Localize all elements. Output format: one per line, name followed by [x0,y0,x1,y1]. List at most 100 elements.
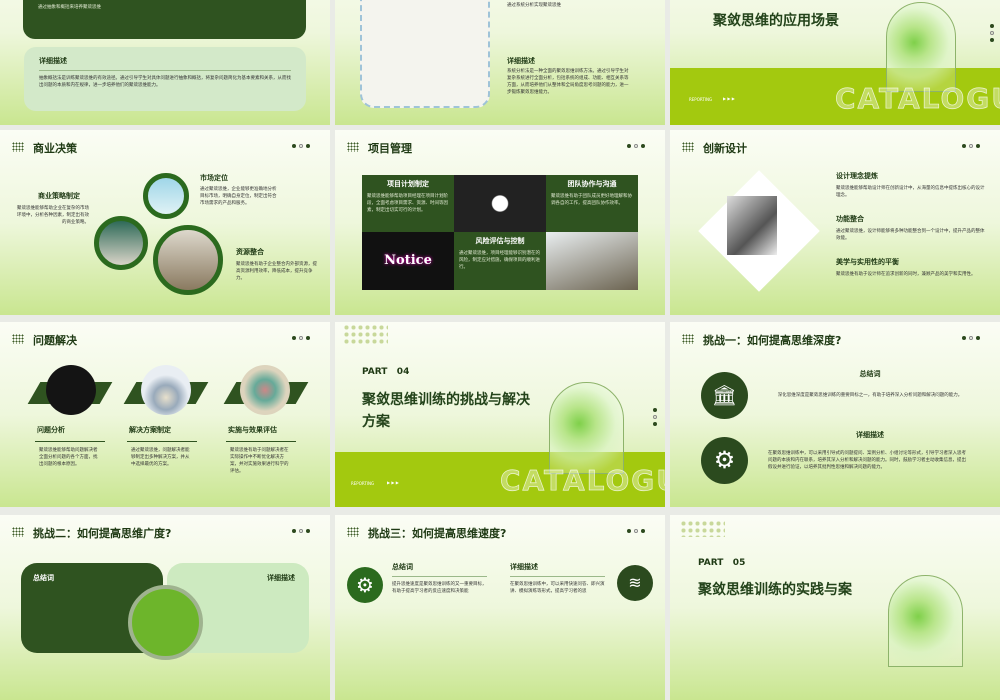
part-number: PART 04 [362,367,410,377]
item-title: 美学与实用性的平衡 [836,258,899,266]
slide-system-analysis[interactable]: 通过系统分析实现聚敛思维 详细描述 系统分析法是一种全面的聚敛思维训练方法。通过… [335,0,665,125]
banner-box: 通过抽象和概括来培养聚敛思维 [23,0,306,39]
slide-title: 挑战二：如何提高思维广度? [33,527,172,540]
classroom-image [153,225,223,295]
gear-icon: ⚙ [347,567,383,603]
network-image [454,175,546,232]
pager [627,144,645,148]
blackboard-image [46,365,96,415]
detail-title: 详细描述 [856,431,884,439]
bank-icon: 🏛 [701,372,748,419]
slide-challenge-depth[interactable]: 挑战一：如何提高思维深度? 🏛 ⚙ 总结词 深化思维深度是聚敛思维训练的重要目标… [670,322,1000,507]
dots-decoration [343,324,388,344]
detail-box: 详细描述 抽象概括法是训练聚敛思维的有效途径。通过引导学生对具体问题进行抽象和概… [24,47,306,111]
slide-problem-solving[interactable]: 问题解决 问题分析 聚敛思维能够帮助问题解决者全面分析问题的各个方面，找出问题的… [0,322,330,507]
divider [510,576,605,577]
dots-grid-icon [12,142,24,152]
summary-text: 提升思维速度是聚敛思维训练的又一重要目标，有助于提高学习者的反应速度和决策能 [392,582,487,594]
card-text: 聚敛思维有助于团队成员更好地理解和协调各自的工作，提高团队协作效率。 [551,194,632,206]
detail-text: 抽象概括法是训练聚敛思维的有效途径。通过引导学生对具体问题进行抽象和概括，将复杂… [39,76,291,88]
pager [292,144,310,148]
center-circle [128,585,203,660]
card-title: 风险评估与控制 [475,237,525,245]
top-text: 通过系统分析实现聚敛思维 [507,3,561,8]
card-text: 聚敛思维能够帮助项目经理在项目计划阶段，全面考虑项目需求、资源、时间等因素，制定… [367,194,448,213]
slide-title: 创新设计 [703,142,747,155]
item-title: 问题分析 [37,426,65,434]
item-text: 聚敛思维能够帮助问题解决者全面分析问题的各个方面，找出问题的根本原因。 [39,448,98,467]
slide-section-application[interactable]: 聚敛思维的应用场景 CATALOGUE REPORTING ▶ ▶ ▶ [670,0,1000,125]
book-image [141,365,191,415]
dots-decoration [680,520,725,537]
card-text: 通过聚敛思维，项目经理能够识别潜在的风险，制定应对措施，确保项目的顺利进行。 [459,251,540,270]
divider [35,441,105,442]
flower-arch-image [549,382,624,474]
layers-icon: ≋ [617,565,653,601]
dots-grid-icon [347,142,359,152]
pager [292,529,310,533]
card-title: 团队协作与沟通 [567,180,617,188]
card-plan: 项目计划制定 聚敛思维能够帮助项目经理在项目计划阶段，全面考虑项目需求、资源、时… [362,175,454,232]
pager [292,336,310,340]
detail-title: 详细描述 [507,57,535,65]
classroom-image [546,232,638,290]
detail-title: 详细描述 [39,57,67,65]
teacher-image [143,173,189,219]
part-number: PART 05 [698,558,746,568]
notice-text: Notice [384,253,432,268]
catalogue-watermark: CATALOGUE [500,464,665,498]
item-text: 通过聚敛思维，设计师能够将多种功能整合到一个设计中，提升产品的整体效能。 [836,229,985,241]
item-text: 通过聚敛思维，企业能够更准确地分析目标市场，明确自身定位，制定出符合市场需求的产… [200,187,277,206]
slide-business-decision[interactable]: 商业决策 商业策略制定 聚敛思维能够帮助企业在复杂的市场环境中，分析各种因素，制… [0,130,330,315]
pager [962,144,980,148]
slide-section-part05[interactable]: PART 05 聚敛思维训练的实践与案 [670,515,1000,700]
slide-challenge-speed[interactable]: 挑战三：如何提高思维速度? ⚙ 总结词 提升思维速度是聚敛思维训练的又一重要目标… [335,515,665,700]
section-title: 聚敛思维训练的实践与案 [698,582,852,598]
section-title: 聚敛思维训练的挑战与解决方案 [362,392,530,430]
item-title: 资源整合 [236,248,264,256]
detail-text: 在聚敛思维训练中，可以采用引导式的问题提问、案例分析、小组讨论等形式，引导学习者… [768,451,966,470]
pager [990,24,994,42]
slide-challenge-breadth[interactable]: 挑战二：如何提高思维广度? 详细描述 总结词 [0,515,330,700]
item-title: 功能整合 [836,215,864,223]
meeting-image [727,196,777,255]
divider [226,441,296,442]
slide-title: 商业决策 [33,142,77,155]
divider [392,576,487,577]
arrows-icon: ▶ ▶ ▶ [723,96,735,101]
item-text: 聚敛思维有助于企业整合内外部资源，提高资源利用效率，降低成本，提升竞争力。 [236,262,317,281]
item-title: 实施与效果评估 [228,426,277,434]
item-text: 聚敛思维有助于设计师在追求创新的同时，兼顾产品的美学和实用性。 [836,272,976,277]
summary-text: 深化思维深度是聚敛思维训练的重要目标之一，有助于培养深入分析问题和解决问题的能力… [777,393,963,398]
divider [127,441,197,442]
classroom-teacher-image [94,216,148,270]
detail-text: 系统分析法是一种全面的聚敛思维训练方法。通过引导学生对复杂系统进行全面分析，包括… [507,69,629,95]
slide-title: 挑战一：如何提高思维深度? [703,334,842,347]
reporting-label: REPORTING [689,97,713,102]
slide-abstraction-method[interactable]: 通过抽象和概括来培养聚敛思维 详细描述 抽象概括法是训练聚敛思维的有效途径。通过… [0,0,330,125]
item-title: 商业策略制定 [38,192,80,200]
slide-section-part04[interactable]: PART 04 聚敛思维训练的挑战与解决方案 CATALOGUE REPORTI… [335,322,665,507]
item-title: 市场定位 [200,174,228,182]
flower-arch-image [886,2,956,92]
summary-title: 总结词 [33,574,54,582]
books-image [240,365,290,415]
notice-image: Notice [362,232,454,290]
slide-title: 挑战三：如何提高思维速度? [368,527,507,540]
slide-title: 问题解决 [33,334,77,347]
dots-grid-icon [682,334,694,344]
arrows-icon: ▶ ▶ ▶ [387,480,399,485]
slide-innovative-design[interactable]: 创新设计 设计理念提炼 聚敛思维能够帮助设计师在创新设计中，从海量的信息中提炼出… [670,130,1000,315]
section-title: 聚敛思维的应用场景 [713,13,839,29]
summary-title: 总结词 [392,563,413,571]
item-text: 聚敛思维有助于问题解决者在实际操作中不断优化解决方案，并对实施效果进行科学的评估… [230,448,289,474]
pager [627,529,645,533]
pager [653,408,657,426]
item-title: 解决方案制定 [129,426,171,434]
detail-title: 详细描述 [510,563,538,571]
divider [39,70,291,71]
slide-title: 项目管理 [368,142,412,155]
slide-project-management[interactable]: 项目管理 项目计划制定 聚敛思维能够帮助项目经理在项目计划阶段，全面考虑项目需求… [335,130,665,315]
item-text: 聚敛思维能够帮助设计师在创新设计中，从海量的信息中提炼出核心的设计理念。 [836,186,985,198]
catalogue-watermark: CATALOGUE [835,82,1000,116]
